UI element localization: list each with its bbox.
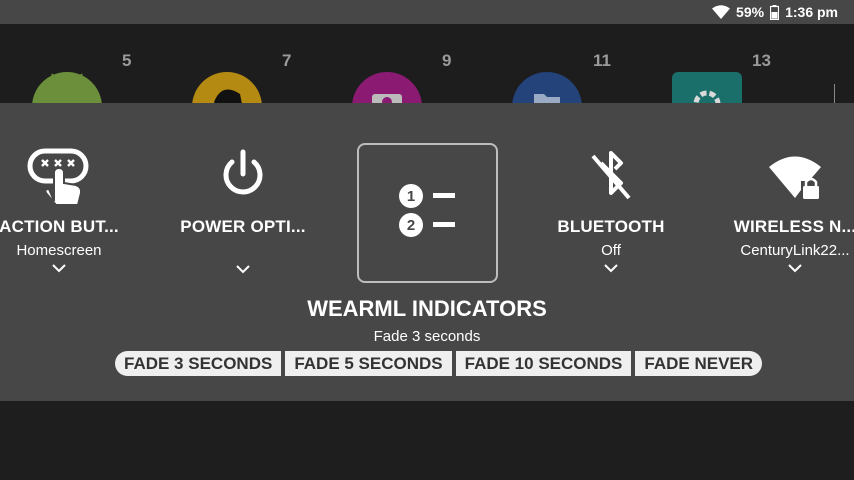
tile-subtitle: CenturyLink22... bbox=[740, 242, 850, 259]
wifi-lock-icon bbox=[725, 143, 854, 209]
screen: 59% 1:36 pm 5 7 9 11 13 ACTION BUT... Ho… bbox=[0, 0, 854, 480]
power-icon bbox=[173, 143, 313, 209]
tile-title: POWER OPTI... bbox=[180, 217, 306, 236]
tile-power-options[interactable]: POWER OPTI... bbox=[173, 143, 313, 274]
chevron-down-icon[interactable] bbox=[0, 263, 129, 273]
option-fade-10-seconds[interactable]: FADE 10 SECONDS bbox=[455, 351, 632, 376]
tile-title: WIRELESS N... bbox=[733, 217, 854, 236]
status-bar: 59% 1:36 pm bbox=[0, 0, 854, 24]
battery-percent: 59% bbox=[736, 4, 765, 20]
numbered-list-icon: 1 2 bbox=[398, 181, 458, 246]
option-fade-never[interactable]: FADE NEVER bbox=[635, 351, 763, 376]
app-number: 11 bbox=[593, 51, 611, 70]
option-fade-3-seconds[interactable]: FADE 3 SECONDS bbox=[115, 351, 282, 376]
tile-wearml-indicators[interactable]: 1 2 bbox=[357, 143, 498, 283]
app-number: 13 bbox=[752, 51, 771, 70]
tile-title: BLUETOOTH bbox=[557, 217, 665, 236]
chevron-down-icon[interactable] bbox=[541, 263, 681, 273]
tile-bluetooth[interactable]: BLUETOOTH Off bbox=[541, 143, 681, 273]
chevron-down-icon[interactable] bbox=[173, 264, 313, 274]
bluetooth-off-icon bbox=[541, 143, 681, 209]
wifi-icon bbox=[712, 5, 731, 19]
status-indicators: 59% 1:36 pm bbox=[712, 0, 838, 24]
tile-action-button[interactable]: ACTION BUT... Homescreen bbox=[0, 143, 129, 273]
tile-subtitle: Off bbox=[601, 242, 621, 259]
selected-setting-title: WEARML INDICATORS bbox=[307, 296, 547, 321]
tile-wireless-network[interactable]: WIRELESS N... CenturyLink22... bbox=[725, 143, 854, 273]
tile-subtitle bbox=[173, 242, 313, 260]
svg-text:2: 2 bbox=[406, 217, 414, 234]
option-fade-5-seconds[interactable]: FADE 5 SECONDS bbox=[285, 351, 452, 376]
chevron-down-icon[interactable] bbox=[725, 263, 854, 273]
quick-settings-panel: ACTION BUT... Homescreen POWER OPTI... 1… bbox=[0, 103, 854, 401]
tile-subtitle: Homescreen bbox=[16, 242, 102, 259]
app-number: 7 bbox=[282, 51, 292, 70]
home-screen: 5 7 9 11 13 bbox=[0, 24, 854, 142]
app-number: 5 bbox=[122, 51, 132, 70]
app-number: 9 bbox=[442, 51, 452, 70]
tile-title: ACTION BUT... bbox=[0, 217, 119, 236]
clock: 1:36 pm bbox=[785, 4, 838, 20]
option-group: FADE 3 SECONDS FADE 5 SECONDS FADE 10 SE… bbox=[115, 351, 763, 376]
selected-setting-value: Fade 3 seconds bbox=[373, 328, 481, 345]
background-area bbox=[0, 401, 854, 480]
svg-text:1: 1 bbox=[406, 188, 414, 205]
battery-icon bbox=[770, 4, 780, 20]
action-button-icon bbox=[0, 143, 129, 209]
